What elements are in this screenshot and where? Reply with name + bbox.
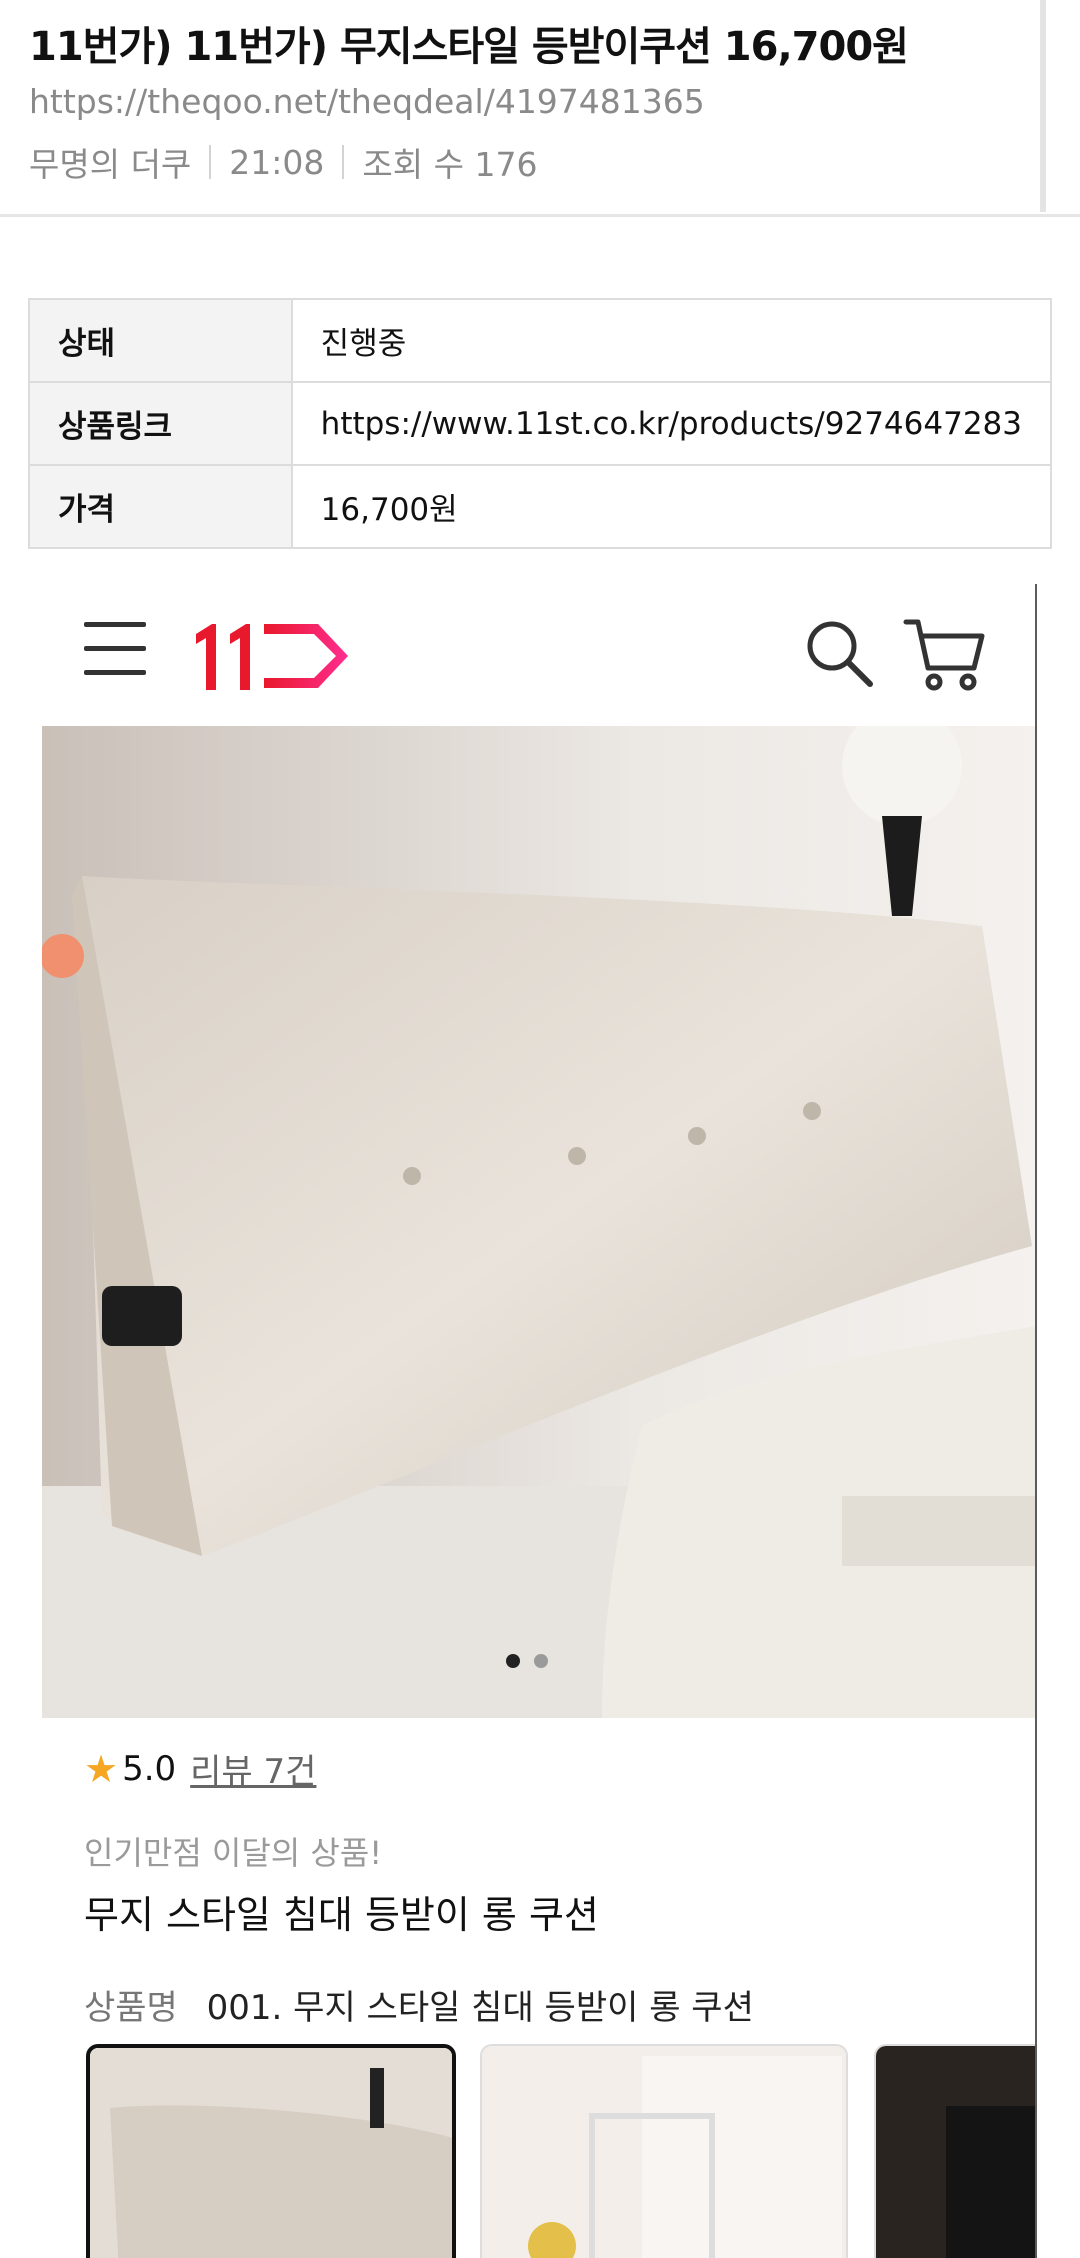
post-title: 11번가) 11번가) 무지스타일 등받이쿠션 16,700원 <box>29 24 909 70</box>
product-name: 무지 스타일 침대 등받이 롱 쿠션 <box>84 1893 599 1937</box>
view-count: 조회 수 176 <box>362 145 538 184</box>
11st-logo[interactable] <box>190 612 360 696</box>
cart-icon[interactable] <box>902 612 988 694</box>
carousel-dot[interactable] <box>534 1654 548 1668</box>
table-row: 가격 16,700원 <box>28 464 1053 549</box>
option-row: 상품명 001. 무지 스타일 침대 등받이 롱 쿠션 <box>84 1980 754 2029</box>
rating-row: ★ 5.0 리뷰 7건 <box>84 1744 316 1793</box>
post-time: 21:08 <box>229 142 325 182</box>
star-icon: ★ <box>84 1746 119 1791</box>
option-thumbnail-selected[interactable] <box>86 2044 456 2258</box>
product-link-key: 상품링크 <box>28 381 293 466</box>
option-value: 001. 무지 스타일 침대 등받이 롱 쿠션 <box>206 1988 754 2028</box>
scrollbar[interactable] <box>1040 0 1046 212</box>
option-thumbnail[interactable] <box>480 2044 848 2258</box>
author-name[interactable]: 무명의 더쿠 <box>29 138 191 186</box>
option-label: 상품명 <box>84 1988 178 2028</box>
menu-icon[interactable] <box>84 622 146 678</box>
option-thumbnail[interactable] <box>874 2044 1036 2258</box>
post-meta: 무명의 더쿠 21:08 조회 수 176 <box>29 138 537 186</box>
carousel-dot-active[interactable] <box>506 1654 520 1668</box>
store-screenshot: ★ 5.0 리뷰 7건 인기만점 이달의 상품! 무지 스타일 침대 등받이 롱… <box>40 584 1036 2258</box>
table-row: 상태 진행중 <box>28 298 1053 383</box>
product-link-value[interactable]: https://www.11st.co.kr/products/92746472… <box>290 381 1053 466</box>
price-key: 가격 <box>28 464 293 549</box>
screenshot-edge <box>1035 584 1037 2258</box>
search-icon[interactable] <box>800 614 880 694</box>
promo-text: 인기만점 이달의 상품! <box>84 1834 383 1872</box>
post-url[interactable]: https://theqoo.net/theqdeal/4197481365 <box>29 82 705 121</box>
deal-info-table: 상태 진행중 상품링크 https://www.11st.co.kr/produ… <box>28 298 1053 549</box>
post-header: 11번가) 11번가) 무지스타일 등받이쿠션 16,700원 https://… <box>0 0 1080 217</box>
status-value: 진행중 <box>290 298 1053 383</box>
review-link[interactable]: 리뷰 7건 <box>190 1744 316 1793</box>
rating-score: 5.0 <box>122 1748 177 1789</box>
status-key: 상태 <box>28 298 293 383</box>
divider <box>342 145 345 179</box>
price-value: 16,700원 <box>290 464 1053 549</box>
product-image[interactable] <box>42 726 1036 1718</box>
table-row: 상품링크 https://www.11st.co.kr/products/927… <box>28 381 1053 466</box>
store-app-bar <box>40 584 1036 724</box>
divider <box>209 145 212 179</box>
